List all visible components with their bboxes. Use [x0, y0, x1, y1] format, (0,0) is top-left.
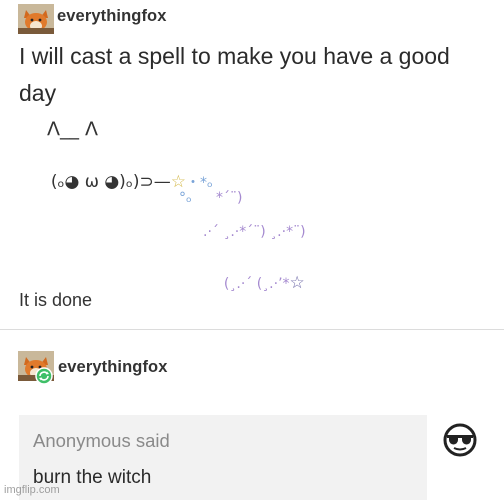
ask-box: Anonymous said burn the witch — [19, 415, 427, 500]
spell-sparkle-c: .·´ ¸.·*´¨) ¸.·*¨) — [203, 224, 306, 240]
watermark: imgflip.com — [4, 484, 60, 496]
reblog-icon — [35, 367, 53, 385]
spell-face: (ₒ◕ ω ◕)ₒ)⊃—☆・*ₒ — [40, 152, 213, 192]
post-username[interactable]: everythingfox — [57, 7, 167, 26]
spell-sparkle-a: °ₒ — [179, 190, 192, 206]
spell-sparkle-b: *´¨) — [216, 190, 243, 206]
spell-face-text: (ₒ◕ ω ◕)ₒ)⊃— — [50, 172, 171, 192]
fox-avatar-reblog[interactable] — [18, 351, 56, 385]
reblog-username[interactable]: everythingfox — [58, 358, 168, 377]
ask-said: said — [135, 430, 170, 451]
post-divider — [0, 329, 504, 330]
spell-sparkle-d-text: (¸.·´ (¸.·’* — [223, 276, 290, 292]
post-text: I will cast a spell to make you have a g… — [19, 43, 450, 106]
fox-avatar[interactable] — [18, 4, 54, 34]
ask-header: Anonymous said — [33, 430, 170, 452]
spell-sparkle-d: (¸.·´ (¸.·’*☆ — [215, 257, 305, 293]
asker-name: Anonymous — [33, 430, 131, 451]
spell-tail: ・*ₒ — [185, 175, 213, 191]
anonymous-avatar-icon — [441, 421, 479, 459]
star-outline-icon: ☆ — [289, 273, 305, 293]
spell-ears: Λ__ Λ — [47, 118, 99, 140]
closing-text: It is done — [19, 290, 93, 310]
star-icon: ☆ — [170, 172, 186, 192]
